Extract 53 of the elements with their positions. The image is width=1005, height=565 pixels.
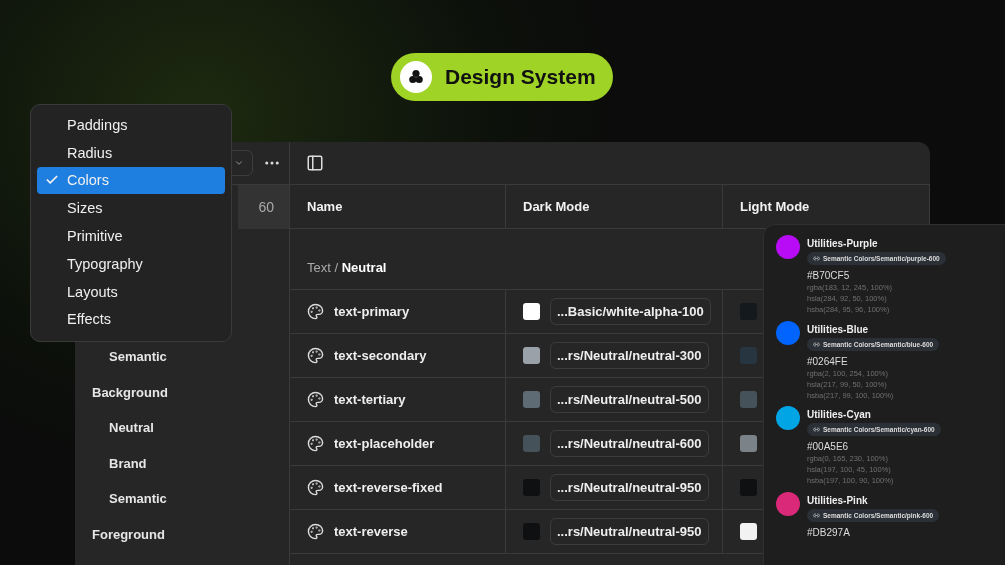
token-name: text-placeholder xyxy=(334,436,435,451)
tree-item[interactable]: Semantic xyxy=(75,481,289,517)
token-reference[interactable]: ...rs/Neutral/neutral-300 xyxy=(550,342,709,369)
menu-item[interactable]: Radius xyxy=(37,138,225,167)
color-name: Utilities-Blue xyxy=(807,323,869,335)
tree-item[interactable]: Neutral xyxy=(75,410,289,446)
token-reference[interactable]: ...rs/Neutral/neutral-950 xyxy=(550,474,709,501)
token-reference[interactable]: ...rs/Neutral/neutral-950 xyxy=(550,518,709,545)
menu-item[interactable]: Effects xyxy=(37,305,225,334)
column-header: Light Mode xyxy=(740,199,810,214)
group-title: Text / Neutral xyxy=(307,260,387,275)
hex-value: #0264FE xyxy=(807,355,848,367)
menu-item[interactable]: Layouts xyxy=(37,277,225,306)
hex-value: #B70CF5 xyxy=(807,270,850,281)
column-header: Name xyxy=(307,199,343,214)
token-name: text-secondary xyxy=(334,348,427,363)
hex-value: #00A5E6 xyxy=(807,441,849,452)
token-name: text-primary xyxy=(334,304,410,319)
token-reference[interactable]: ...Basic/white-alpha-100 xyxy=(550,298,711,325)
tree-item[interactable]: Foreground xyxy=(75,516,289,553)
palette-icon xyxy=(307,347,324,364)
menu-item[interactable]: Colors xyxy=(37,166,225,195)
color-name: Utilities-Cyan xyxy=(807,409,871,420)
palette-icon xyxy=(307,303,324,320)
palette-icon xyxy=(307,391,324,408)
chevron-icon xyxy=(234,158,244,168)
token-reference[interactable]: ...rs/Neutral/neutral-500 xyxy=(550,386,709,413)
hex-value: #DB297A xyxy=(807,526,850,538)
token-name: text-tertiary xyxy=(334,392,406,407)
logo-icon xyxy=(400,61,432,93)
palette-icon xyxy=(307,523,324,540)
link-icon xyxy=(813,511,820,519)
badge-title: Design System xyxy=(445,65,596,89)
link-icon xyxy=(813,426,820,433)
menu-item[interactable]: Paddings xyxy=(37,111,225,139)
menu-item[interactable]: Primitive xyxy=(37,222,225,250)
palette-icon xyxy=(307,435,324,452)
menu-item[interactable]: Typography xyxy=(37,250,225,278)
count-cell: 60 xyxy=(238,185,289,229)
tree-item[interactable]: Background xyxy=(75,374,289,411)
token-name: text-reverse-fixed xyxy=(334,480,443,495)
tree-item[interactable]: Semantic xyxy=(75,339,289,375)
column-header: Dark Mode xyxy=(523,199,590,214)
link-icon xyxy=(813,255,820,262)
color-name: Utilities-Purple xyxy=(807,238,878,249)
menu-item[interactable]: Sizes xyxy=(37,194,225,223)
palette-icon xyxy=(307,479,324,496)
tree-item[interactable]: Brand xyxy=(75,445,289,482)
token-reference[interactable]: ...rs/Neutral/neutral-600 xyxy=(550,430,709,457)
token-name: text-reverse xyxy=(334,524,408,539)
link-icon xyxy=(813,340,820,348)
color-name: Utilities-Pink xyxy=(807,494,868,506)
sidebar-toggle-icon[interactable] xyxy=(306,154,324,172)
